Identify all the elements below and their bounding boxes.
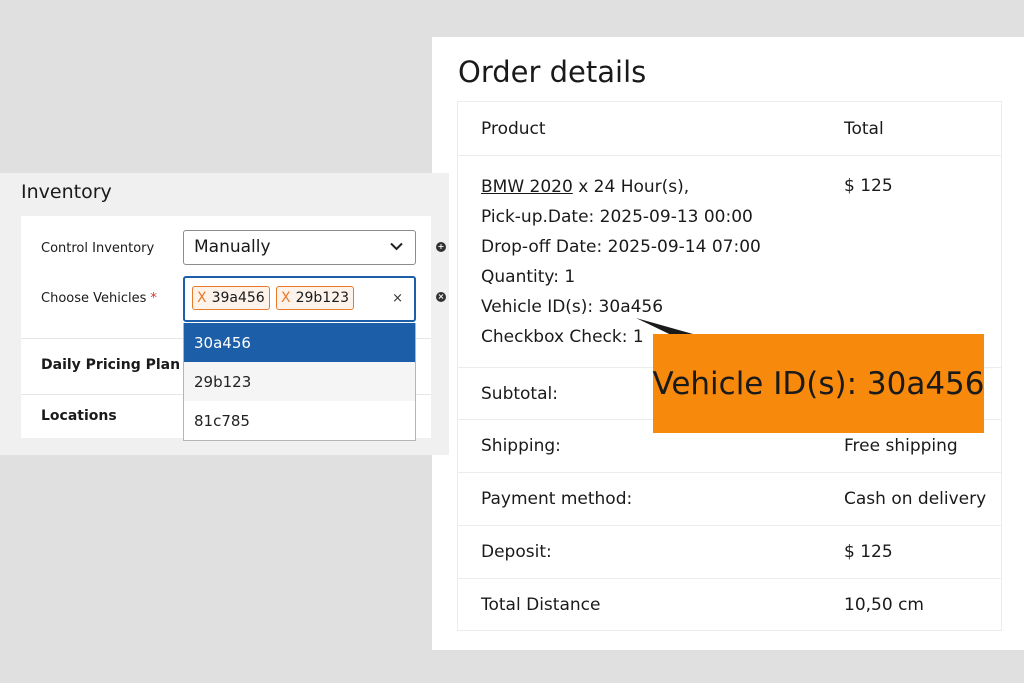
quantity: Quantity: 1 [481,267,576,287]
subtotal-label: Subtotal: [481,384,558,404]
product-title-line: BMW 2020 x 24 Hour(s), [481,172,761,202]
dropdown-option[interactable]: 30a456 [184,323,415,362]
deposit-label: Deposit: [481,542,552,562]
product-details: BMW 2020 x 24 Hour(s), Pick-up.Date: 202… [481,172,761,352]
vehicle-tag: X 39a456 [192,286,270,310]
daily-pricing-plan-label[interactable]: Daily Pricing Plan [41,357,180,373]
choose-vehicles-multiselect[interactable]: X 39a456 X 29b123 × [183,276,416,322]
dropoff-date: Drop-off Date: 2025-09-14 07:00 [481,237,761,257]
inventory-title: Inventory [21,181,112,203]
deposit-row: Deposit: $ 125 [458,526,1001,579]
payment-method-label: Payment method: [481,489,633,509]
shipping-value: Free shipping [844,436,958,456]
deposit-value: $ 125 [844,542,893,562]
chevron-down-icon [390,242,403,251]
shipping-label: Shipping: [481,436,561,456]
total-column-header: Total [844,119,884,139]
product-link[interactable]: BMW 2020 [481,177,573,197]
vehicle-ids: Vehicle ID(s): 30a456 [481,297,664,317]
control-inventory-select[interactable]: Manually [183,230,416,265]
product-duration: x 24 Hour(s), [572,177,690,197]
pickup-date: Pick-up.Date: 2025-09-13 00:00 [481,207,753,227]
choose-vehicles-text: Choose Vehicles [41,291,147,306]
vehicle-tag-label: 39a456 [211,290,265,306]
remove-tag-icon[interactable]: X [197,290,207,306]
dropdown-option[interactable]: 29b123 [184,362,415,401]
control-inventory-label: Control Inventory [41,241,155,256]
total-distance-label: Total Distance [481,595,601,615]
dropdown-option[interactable]: 81c785 [184,401,415,440]
order-header-row: Product Total [458,102,1001,156]
payment-method-row: Payment method: Cash on delivery [458,473,1001,526]
vehicle-tag: X 29b123 [276,286,355,310]
order-details-title: Order details [458,55,647,89]
product-column-header: Product [481,119,546,139]
close-circle-icon[interactable]: × [436,292,446,302]
remove-tag-icon[interactable]: X [281,290,291,306]
product-total: $ 125 [844,176,893,196]
locations-label[interactable]: Locations [41,408,117,424]
total-distance-value: 10,50 cm [844,595,924,615]
payment-method-value: Cash on delivery [844,489,987,509]
choose-vehicles-label: Choose Vehicles * [41,291,157,306]
total-distance-row: Total Distance 10,50 cm [458,579,1001,632]
required-mark: * [150,291,157,306]
vehicle-tag-label: 29b123 [295,290,350,306]
vehicle-dropdown-list: 30a456 29b123 81c785 [183,323,416,441]
plus-circle-icon[interactable]: + [436,242,446,252]
vehicle-id-callout: Vehicle ID(s): 30a456 [653,334,985,433]
clear-selection-icon[interactable]: × [392,291,403,306]
control-inventory-value: Manually [194,237,271,257]
